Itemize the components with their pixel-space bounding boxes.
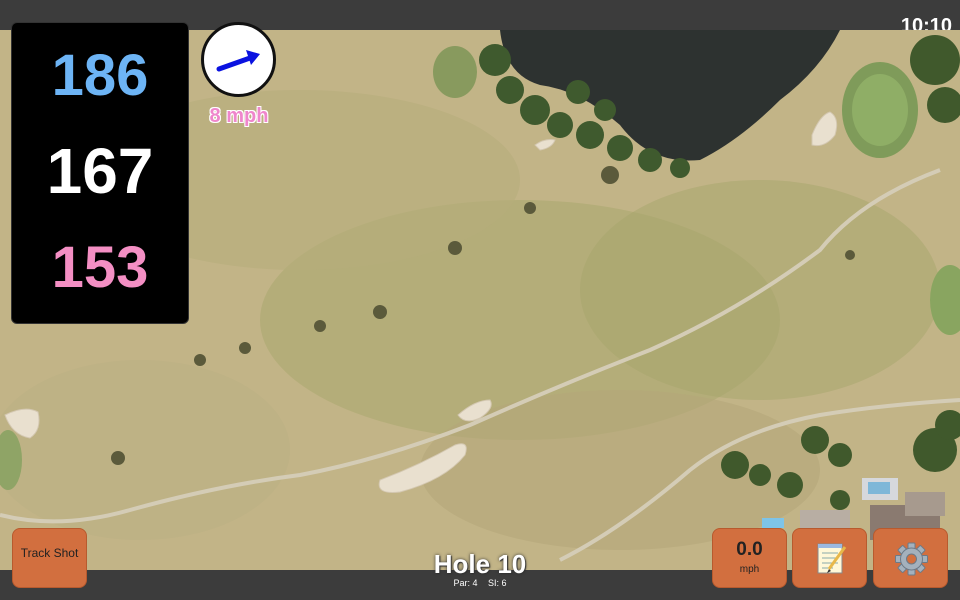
back-of-green-distance: 186: [51, 43, 149, 108]
wind-direction-dial: [201, 22, 276, 97]
track-shot-button[interactable]: Track Shot: [12, 528, 87, 588]
hole-stroke-index: SI: 6: [488, 578, 507, 588]
gear-icon: [895, 542, 928, 576]
hole-par: Par: 4: [453, 578, 478, 588]
wind-arrow-icon: [216, 50, 260, 72]
wind-speed-button[interactable]: 0.0 mph: [712, 528, 787, 588]
front-of-green-distance: 153: [51, 235, 149, 300]
wind-speed-unit: mph: [739, 564, 760, 575]
distance-panel: 186 167 153: [11, 22, 189, 324]
hole-details: Par: 4 SI: 6: [400, 578, 560, 589]
notes-button[interactable]: [792, 528, 867, 588]
hole-info: Hole 10 Par: 4 SI: 6: [400, 550, 560, 589]
hole-title: Hole 10: [433, 549, 527, 579]
wind-speed-value: 0.0: [736, 539, 763, 560]
middle-of-green-distance: 167: [46, 135, 154, 207]
settings-button[interactable]: [873, 528, 948, 588]
notepad-icon: [817, 543, 847, 574]
wind-speed-label: 8 mph: [209, 105, 269, 127]
